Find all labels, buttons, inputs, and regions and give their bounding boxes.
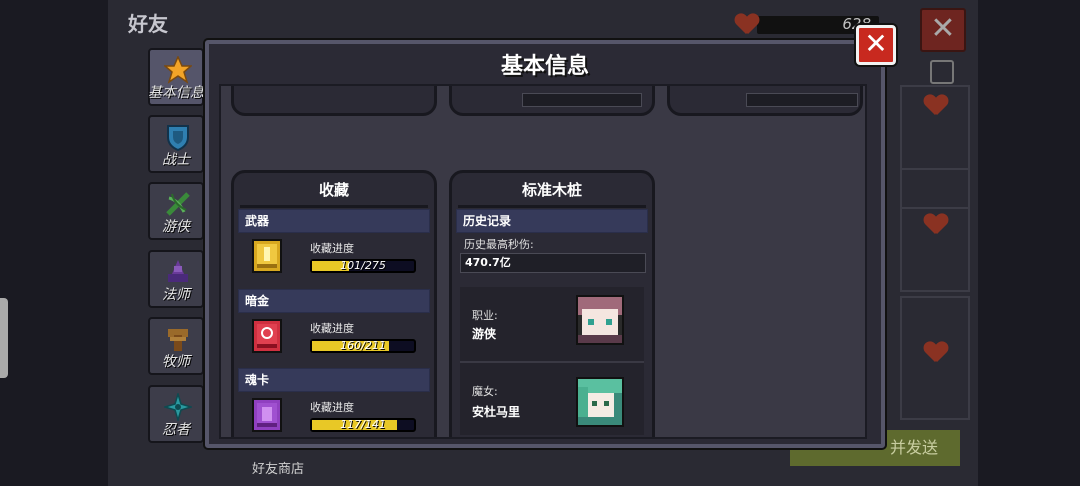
progress-label: 收藏进度 [310, 322, 354, 335]
shield-icon [167, 125, 189, 151]
weapon-collection-icon [252, 239, 282, 273]
witch-label: 魔女: [472, 385, 498, 398]
card-partial [449, 86, 655, 116]
tab-label: 基本信息 [148, 85, 204, 101]
class-value: 游侠 [472, 327, 497, 341]
star-icon [164, 56, 192, 84]
shuriken-icon [164, 393, 192, 421]
divider [460, 361, 644, 363]
crossbow-icon [166, 192, 190, 216]
max-dps-label: 历史最高秒伤: [464, 238, 534, 251]
friends-title: 好友 [128, 12, 168, 36]
tab-priest[interactable]: 牧师 [148, 317, 204, 375]
dark-gold-progress-bar: 160/211 [310, 339, 416, 353]
heart-icon [924, 342, 948, 364]
section-header-soul-cards: 魂卡 [238, 368, 430, 392]
tab-label: 牧师 [162, 354, 190, 370]
friend-shop-link[interactable]: 好友商店 [252, 458, 304, 477]
record-detail-box: 职业: 游侠 魔女: 安杜马里 [460, 287, 644, 435]
training-dummy-card: 标准木桩 历史记录 历史最高秒伤: 470.7亿 职业: 游侠 魔女: 安杜马里 [449, 170, 655, 437]
collection-title: 收藏 [240, 175, 428, 208]
tab-ninja[interactable]: 忍者 [148, 385, 204, 443]
tab-label: 战士 [162, 152, 190, 168]
card-partial [667, 86, 863, 116]
history-header: 历史记录 [456, 209, 648, 233]
heart-icon [924, 95, 948, 117]
basic-info-dialog: 基本信息 收藏 武器 收藏进度 101/275 暗金 收藏进度 160/211 … [205, 40, 885, 448]
edge-handle[interactable] [0, 298, 8, 378]
class-label: 职业: [472, 309, 498, 322]
background-checkbox[interactable] [930, 60, 954, 84]
max-dps-value: 470.7亿 [460, 253, 646, 273]
collection-card: 收藏 武器 收藏进度 101/275 暗金 收藏进度 160/211 魂卡 收藏… [231, 170, 437, 437]
progress-text: 101/275 [340, 259, 386, 272]
tab-basic-info[interactable]: 基本信息 [148, 48, 204, 106]
mage-hat-icon [168, 260, 188, 282]
friend-row[interactable] [900, 296, 970, 420]
tab-ranger[interactable]: 游侠 [148, 182, 204, 240]
tab-label: 游侠 [162, 219, 190, 235]
tab-warrior[interactable]: 战士 [148, 115, 204, 173]
dialog-title: 基本信息 [500, 54, 589, 79]
progress-label: 收藏进度 [310, 401, 354, 414]
progress-text: 117/141 [340, 418, 386, 431]
soul-card-collection-icon [252, 398, 282, 432]
section-header-dark-gold: 暗金 [238, 289, 430, 313]
heart-icon [924, 214, 948, 236]
field-partial [746, 93, 858, 107]
friend-row[interactable] [900, 168, 970, 292]
weapon-progress-bar: 101/275 [310, 259, 416, 273]
tab-label: 法师 [162, 287, 190, 303]
dark-gold-collection-icon [252, 319, 282, 353]
section-header-weapons: 武器 [238, 209, 430, 233]
priest-icon [168, 329, 188, 351]
tab-mage[interactable]: 法师 [148, 250, 204, 308]
tab-label: 忍者 [162, 422, 190, 438]
heart-icon [735, 14, 759, 36]
ranger-portrait [576, 295, 624, 345]
field-partial [522, 93, 642, 107]
progress-text: 160/211 [340, 339, 386, 352]
progress-label: 收藏进度 [310, 242, 354, 255]
dummy-title: 标准木桩 [458, 175, 646, 208]
card-partial [231, 86, 437, 116]
background-close-button[interactable]: ✕ [920, 8, 966, 52]
witch-value: 安杜马里 [472, 405, 521, 419]
close-button[interactable]: ✕ [856, 25, 896, 65]
soul-card-progress-bar: 117/141 [310, 418, 416, 432]
witch-portrait [576, 377, 624, 427]
dialog-scroll-area[interactable]: 收藏 武器 收藏进度 101/275 暗金 收藏进度 160/211 魂卡 收藏… [219, 84, 867, 439]
